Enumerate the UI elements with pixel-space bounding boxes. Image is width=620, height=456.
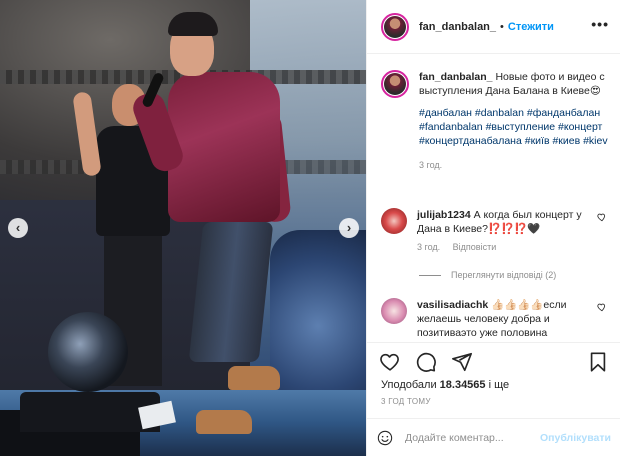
- comment-avatar[interactable]: [381, 298, 407, 324]
- likes-suffix: і ще: [485, 379, 510, 391]
- caption-time: 3 год.: [419, 160, 443, 170]
- view-replies-label[interactable]: Переглянути відповіді (2): [451, 270, 556, 280]
- comment-icon[interactable]: [415, 351, 437, 373]
- avatar[interactable]: [381, 12, 409, 41]
- heart-icon[interactable]: [379, 351, 401, 373]
- photo-singer-shirt: [168, 72, 280, 222]
- caption-username[interactable]: fan_danbalan_: [419, 71, 493, 83]
- comment-input[interactable]: [404, 431, 540, 444]
- comment-item: vasilisadiachk 👍🏻👍🏻👍🏻👍🏻если желаешь чело…: [381, 298, 609, 340]
- caption-avatar[interactable]: [381, 70, 409, 98]
- comment-text: vasilisadiachk 👍🏻👍🏻👍🏻👍🏻если желаешь чело…: [417, 298, 589, 340]
- photo-singer-hair: [168, 12, 218, 36]
- more-options-icon[interactable]: •••: [591, 16, 609, 32]
- likes-count[interactable]: 18.34565: [440, 379, 486, 391]
- header-separator: •: [500, 20, 504, 33]
- comment-like-icon[interactable]: [597, 212, 607, 222]
- comment-item: julijab1234 А когда был концерт у Дана в…: [381, 208, 609, 252]
- carousel-next-button[interactable]: ›: [339, 218, 359, 238]
- replies-divider: [419, 274, 441, 276]
- comment-username[interactable]: vasilisadiachk: [417, 299, 488, 311]
- bookmark-icon[interactable]: [587, 351, 609, 373]
- post-header: fan_danbalan_ • Стежити •••: [367, 0, 620, 54]
- view-replies-button[interactable]: Переглянути відповіді (2): [419, 270, 556, 280]
- share-icon[interactable]: [451, 351, 473, 373]
- photo-singer-boot: [228, 366, 280, 390]
- follow-button[interactable]: Стежити: [508, 21, 554, 33]
- avatar-image: [384, 73, 406, 95]
- photo-singer-boot-front: [196, 410, 252, 434]
- add-comment-bar: Опублікувати: [367, 418, 620, 456]
- comment-reply-button[interactable]: Відповісти: [453, 242, 497, 252]
- post-caption: fan_danbalan_ Новые фото и видео с высту…: [381, 70, 609, 170]
- post-actions: Уподобали 18.34565 і ще 3 ГОД ТОМУ: [367, 342, 620, 424]
- emoji-icon[interactable]: [377, 428, 393, 448]
- header-username[interactable]: fan_danbalan_: [419, 21, 496, 33]
- post-side-panel: fan_danbalan_ • Стежити ••• fan_danbalan…: [366, 0, 620, 456]
- comment-meta: 3 год. Відповісти: [417, 242, 589, 252]
- comment-time: 3 год.: [417, 242, 441, 252]
- likes-summary[interactable]: Уподобали 18.34565 і ще: [381, 379, 509, 391]
- photo-drums: [270, 230, 366, 390]
- avatar-image: [384, 15, 406, 38]
- comment-text: julijab1234 А когда был концерт у Дана в…: [417, 208, 589, 236]
- caption-text: fan_danbalan_ Новые фото и видео с высту…: [419, 70, 607, 98]
- comment-like-icon[interactable]: [597, 302, 607, 312]
- likes-prefix: Уподобали: [381, 379, 440, 391]
- photo-singer-legs: [188, 222, 274, 362]
- carousel-prev-button[interactable]: ‹: [8, 218, 28, 238]
- publish-button[interactable]: Опублікувати: [540, 432, 611, 444]
- post-photo[interactable]: ‹ ›: [0, 0, 366, 456]
- comment-avatar[interactable]: [381, 208, 407, 234]
- caption-hashtags[interactable]: #данбалан #danbalan #фандан​балан #fanda…: [419, 106, 609, 148]
- post-timestamp[interactable]: 3 ГОД ТОМУ: [381, 397, 431, 406]
- photo-stage-light: [48, 312, 128, 392]
- comment-username[interactable]: julijab1234: [417, 209, 471, 221]
